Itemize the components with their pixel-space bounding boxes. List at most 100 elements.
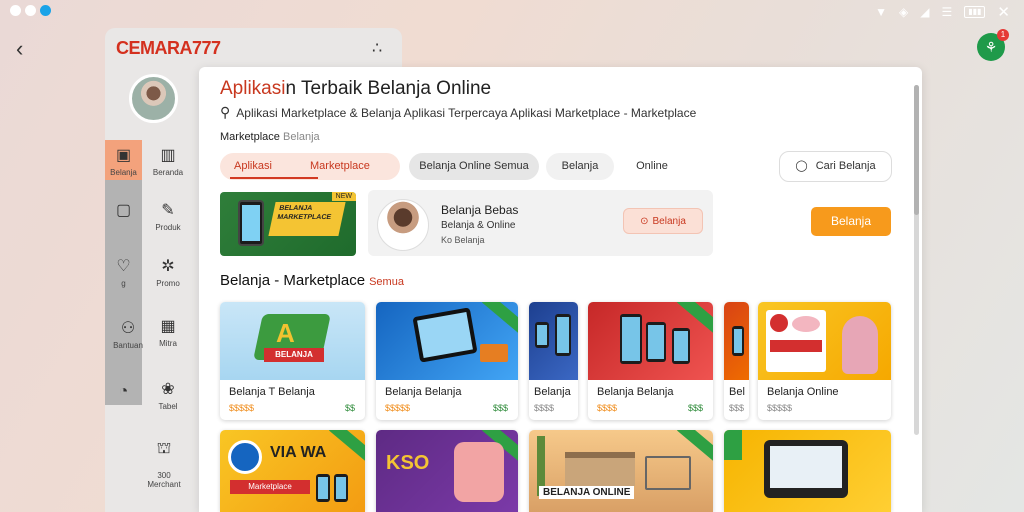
leaf-icon: ⚘ [984,39,998,55]
tab-marketplace[interactable]: Marketplace [310,153,370,180]
sidebar-item-label: Bantuan [113,341,143,350]
product-image [758,302,891,380]
scrollbar-thumb[interactable] [914,85,919,215]
book-icon: ▥ [160,147,176,164]
tag-icon: ✎ [161,202,175,219]
page-title: Aplikasin Terbaik Belanja Online [220,78,491,100]
tablet-icon [412,307,478,363]
phone-icon [316,474,330,502]
product-title: Belanja T Belanja [229,386,315,398]
phone-icon [238,200,264,246]
sidebar-item-shield[interactable]: ♡ g [105,256,142,288]
promo-title: Belanja Bebas [441,203,519,217]
window-dot-icon[interactable] [10,5,21,16]
promo-banner[interactable]: BELANJA MARKETPLACE NEW [220,192,356,256]
search-bar[interactable]: ⚲ Aplikasi Marketplace & Belanja Aplikasi… [220,104,696,121]
stand-icon: ⛫ [156,440,172,457]
poster-icon [766,310,826,372]
sidebar-item-history[interactable]: ◔ [105,383,142,404]
sidebar-item-mitra[interactable]: ▦ Mitra [146,316,190,348]
banner-text: BELANJA MARKETPLACE [268,202,346,236]
people-icon: ⚇ [120,320,136,337]
section-title-text: Belanja - Marketplace [220,272,366,289]
menu-icon: ☰ [941,5,953,19]
sidebar-item-tabel[interactable]: ❀ Tabel [146,379,190,411]
cart-icon: ▣ [115,147,132,164]
breadcrumb-item[interactable]: Marketplace [220,131,280,143]
laptop-icon [764,440,848,498]
sidebar-item-promo[interactable]: ✲ Promo [146,256,190,288]
sidebar-item-belanja[interactable]: ▣ Belanja [105,145,142,177]
phone-icon [535,322,549,348]
bag-icon [480,344,508,362]
product-card[interactable]: A BELANJA Belanja T Belanja $$$$$ $$ [220,302,365,420]
avatar[interactable] [129,74,178,123]
card-text: BELANJA ONLINE [539,486,635,499]
breadcrumb-sub: Belanja [282,131,320,143]
banner-tag: NEW [331,192,356,201]
tab-online[interactable]: Online [620,153,684,180]
product-card[interactable]: VIA WA Marketplace [220,430,365,512]
grid-icon: ▦ [160,318,176,335]
product-card[interactable]: Belanja Belanja $$$$ $$$ [588,302,713,420]
sidebar-item-chat[interactable]: ▢ [105,200,142,223]
phone-icon [732,326,744,356]
tab-belanja[interactable]: Belanja [546,153,614,180]
product-card[interactable]: BELANJA ONLINE [529,430,713,512]
wifi-icon: ▼ [875,5,887,19]
search-input[interactable]: Aplikasi Marketplace & Belanja Aplikasi … [236,106,696,120]
window-dot-icon[interactable] [40,5,51,16]
ribbon [724,430,742,460]
product-card[interactable]: Bel $$$ [724,302,749,420]
sidebar-item-produk[interactable]: ✎ Produk [146,200,190,232]
promo-subtitle: Belanja & Online [441,220,516,231]
product-rating: $$$ [492,403,508,413]
product-card[interactable]: Belanja $$$$ [529,302,578,420]
product-image [724,302,749,380]
phone-icon [620,314,642,364]
search-icon: ⚲ [220,104,231,120]
page-title-highlight: Aplikasi [220,78,286,99]
status-bar: ▼ ◈ ◢ ☰ ▮▮▮ ✕ [0,0,1024,22]
cart-icon [645,456,691,490]
tab-belanja-online-semua[interactable]: Belanja Online Semua [409,153,539,180]
product-card[interactable]: Belanja Belanja $$$$$ $$$ [376,302,518,420]
sidebar-item-beranda[interactable]: ▥ Beranda [146,145,190,177]
location-icon: ◯ [795,160,808,172]
product-title: Belanja Belanja [385,386,462,398]
product-card[interactable]: KSO [376,430,518,512]
product-title: Belanja Online [767,386,839,398]
close-icon[interactable]: ✕ [997,3,1010,21]
sidebar-item-merchant[interactable]: ⛫ 300 Merchant [140,430,188,489]
window-dot-icon[interactable] [25,5,36,16]
product-title: Belanja [534,386,571,398]
sidebar-item-label: Produk [155,223,181,232]
logo-letter: A [276,318,295,348]
more-options-icon[interactable]: ∴ [372,38,382,58]
shop-button[interactable]: Belanja [811,207,891,236]
product-image [529,302,578,380]
tab-aplikasi[interactable]: Aplikasi [234,153,272,180]
promo-button[interactable]: ⊙ Belanja [623,208,703,234]
sidebar-item-bantuan[interactable]: ⚇ Bantuan [105,318,151,350]
section-suffix[interactable]: Semua [369,276,404,288]
product-image [588,302,713,380]
promo-avatar [377,199,429,251]
product-rating: $$$ [687,403,703,413]
sidebar-item-label: g [121,279,126,288]
product-rating: $$ [344,403,355,413]
sidebar-item-label: Promo [156,279,180,288]
logo-ribbon: BELANJA [264,348,324,362]
product-card[interactable] [724,430,891,512]
shield-icon: ♡ [116,258,131,275]
card-label: Marketplace [230,480,310,494]
back-arrow-icon[interactable]: ‹ [16,36,23,62]
tab-group-primary: Aplikasi Marketplace [220,153,400,180]
notification-button[interactable]: ⚘ 1 [977,29,1009,61]
product-card[interactable]: Belanja Online $$$$$ [758,302,891,420]
sidebar-item-label: Belanja [110,168,137,177]
brand-logo: CEMARA777 [116,38,221,58]
filter-button[interactable]: ◯ Cari Belanja [779,151,892,182]
ribbon [481,302,518,335]
ribbon [328,430,365,463]
